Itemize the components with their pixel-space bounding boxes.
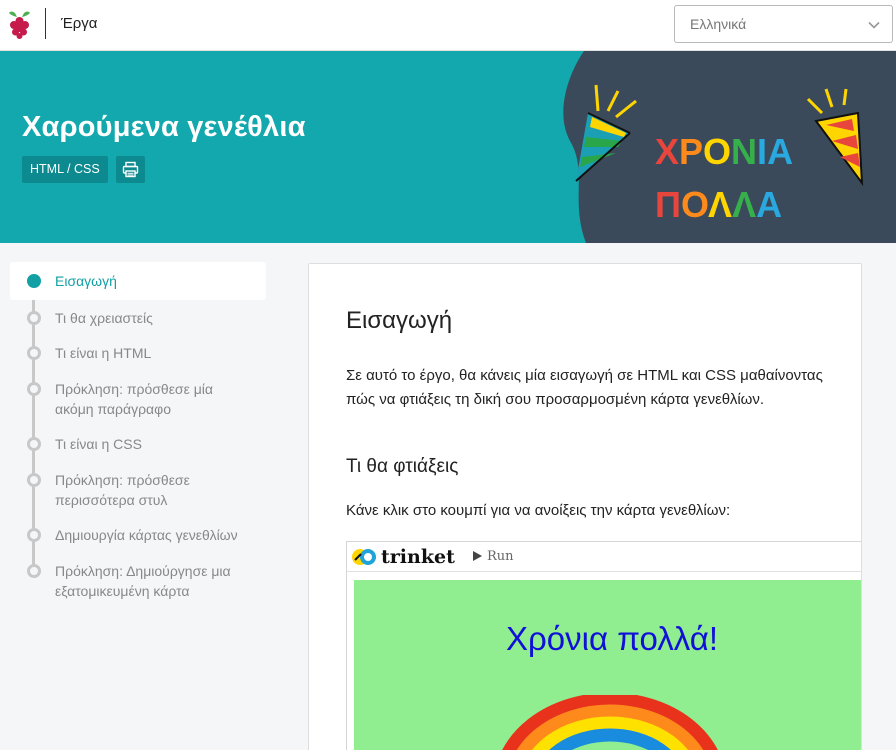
- step-dot: [27, 564, 41, 578]
- trinket-logo-icon: [352, 549, 376, 565]
- intro-paragraph: Σε αυτό το έργο, θα κάνεις μία εισαγωγή …: [346, 367, 823, 408]
- trinket-embed[interactable]: trinket Run Χρόνια πολλά!: [346, 541, 861, 750]
- run-label: Run: [487, 549, 514, 564]
- step-dot-active: [27, 274, 41, 288]
- step-label: Τι θα χρειαστείς: [55, 310, 153, 326]
- logo-divider: [45, 8, 46, 39]
- step-what-is-html[interactable]: Τι είναι η HTML: [10, 343, 266, 363]
- play-icon: [473, 551, 482, 561]
- step-label: Δημιουργία κάρτας γενεθλίων: [55, 527, 238, 543]
- printer-icon: [122, 161, 139, 178]
- raspberry-pi-logo[interactable]: [7, 9, 32, 39]
- run-button[interactable]: Run: [473, 549, 514, 564]
- step-challenge-paragraph[interactable]: Πρόκληση: πρόσθεσε μία ακόμη παράγραφο: [10, 379, 220, 419]
- project-title: Χαρούμενα γενέθλια: [22, 111, 306, 143]
- step-create-card[interactable]: Δημιουργία κάρτας γενεθλίων: [10, 525, 266, 545]
- trinket-toolbar: trinket Run: [347, 542, 861, 572]
- banner-text-line1: ΧΡΟΝΙΑ: [655, 131, 793, 172]
- language-selected-value: Ελληνικά: [690, 16, 747, 32]
- section-subheading: Τι θα φτιάξεις: [346, 456, 459, 477]
- print-button[interactable]: [116, 156, 145, 183]
- step-dot: [27, 528, 41, 542]
- step-label: Πρόκληση: πρόσθεσε περισσότερα στυλ: [55, 472, 190, 508]
- step-label: Εισαγωγή: [55, 273, 117, 289]
- step-what-you-need[interactable]: Τι θα χρειαστείς: [10, 308, 266, 328]
- language-select[interactable]: Ελληνικά: [674, 5, 893, 43]
- step-dot: [27, 311, 41, 325]
- trinket-output: Χρόνια πολλά!: [354, 580, 861, 750]
- step-challenge-custom-card[interactable]: Πρόκληση: Δημιούργησε μια εξατομικευμένη…: [10, 561, 240, 601]
- tech-tag: HTML / CSS: [22, 156, 108, 183]
- greeting-heading: Χρόνια πολλά!: [506, 620, 718, 657]
- project-hero: Χαρούμενα γενέθλια HTML / CSS ΧΡΟΝΙΑ ΠΟΛ…: [0, 51, 896, 243]
- step-what-is-css[interactable]: Τι είναι η CSS: [10, 434, 266, 454]
- step-challenge-styles[interactable]: Πρόκληση: πρόσθεσε περισσότερα στυλ: [10, 470, 210, 510]
- instruction-text: Κάνε κλικ στο κουμπί για να ανοίξεις την…: [346, 502, 731, 519]
- step-label: Τι είναι η HTML: [55, 345, 152, 361]
- projects-link[interactable]: Έργα: [61, 15, 97, 32]
- banner-text-line2: ΠΟΛΛΑ: [655, 184, 782, 225]
- rainbow-image: [502, 695, 718, 750]
- step-dot: [27, 346, 41, 360]
- top-bar: Έργα Ελληνικά: [0, 0, 896, 51]
- chevron-down-icon: [868, 21, 880, 29]
- birthday-banner-illustration: ΧΡΟΝΙΑ ΠΟΛΛΑ: [563, 51, 896, 243]
- step-introduction[interactable]: Εισαγωγή: [10, 262, 266, 300]
- trinket-brand: trinket: [381, 546, 455, 568]
- step-dot: [27, 437, 41, 451]
- step-dot: [27, 382, 41, 396]
- step-label: Πρόκληση: Δημιούργησε μια εξατομικευμένη…: [55, 563, 231, 599]
- step-label: Πρόκληση: πρόσθεσε μία ακόμη παράγραφο: [55, 381, 213, 417]
- step-dot: [27, 473, 41, 487]
- step-label: Τι είναι η CSS: [55, 436, 142, 452]
- step-content-card: Εισαγωγή Σε αυτό το έργο, θα κάνεις μία …: [308, 263, 862, 750]
- step-heading: Εισαγωγή: [346, 307, 453, 334]
- steps-sidebar: Εισαγωγή Τι θα χρειαστείς Τι είναι η HTM…: [10, 262, 266, 601]
